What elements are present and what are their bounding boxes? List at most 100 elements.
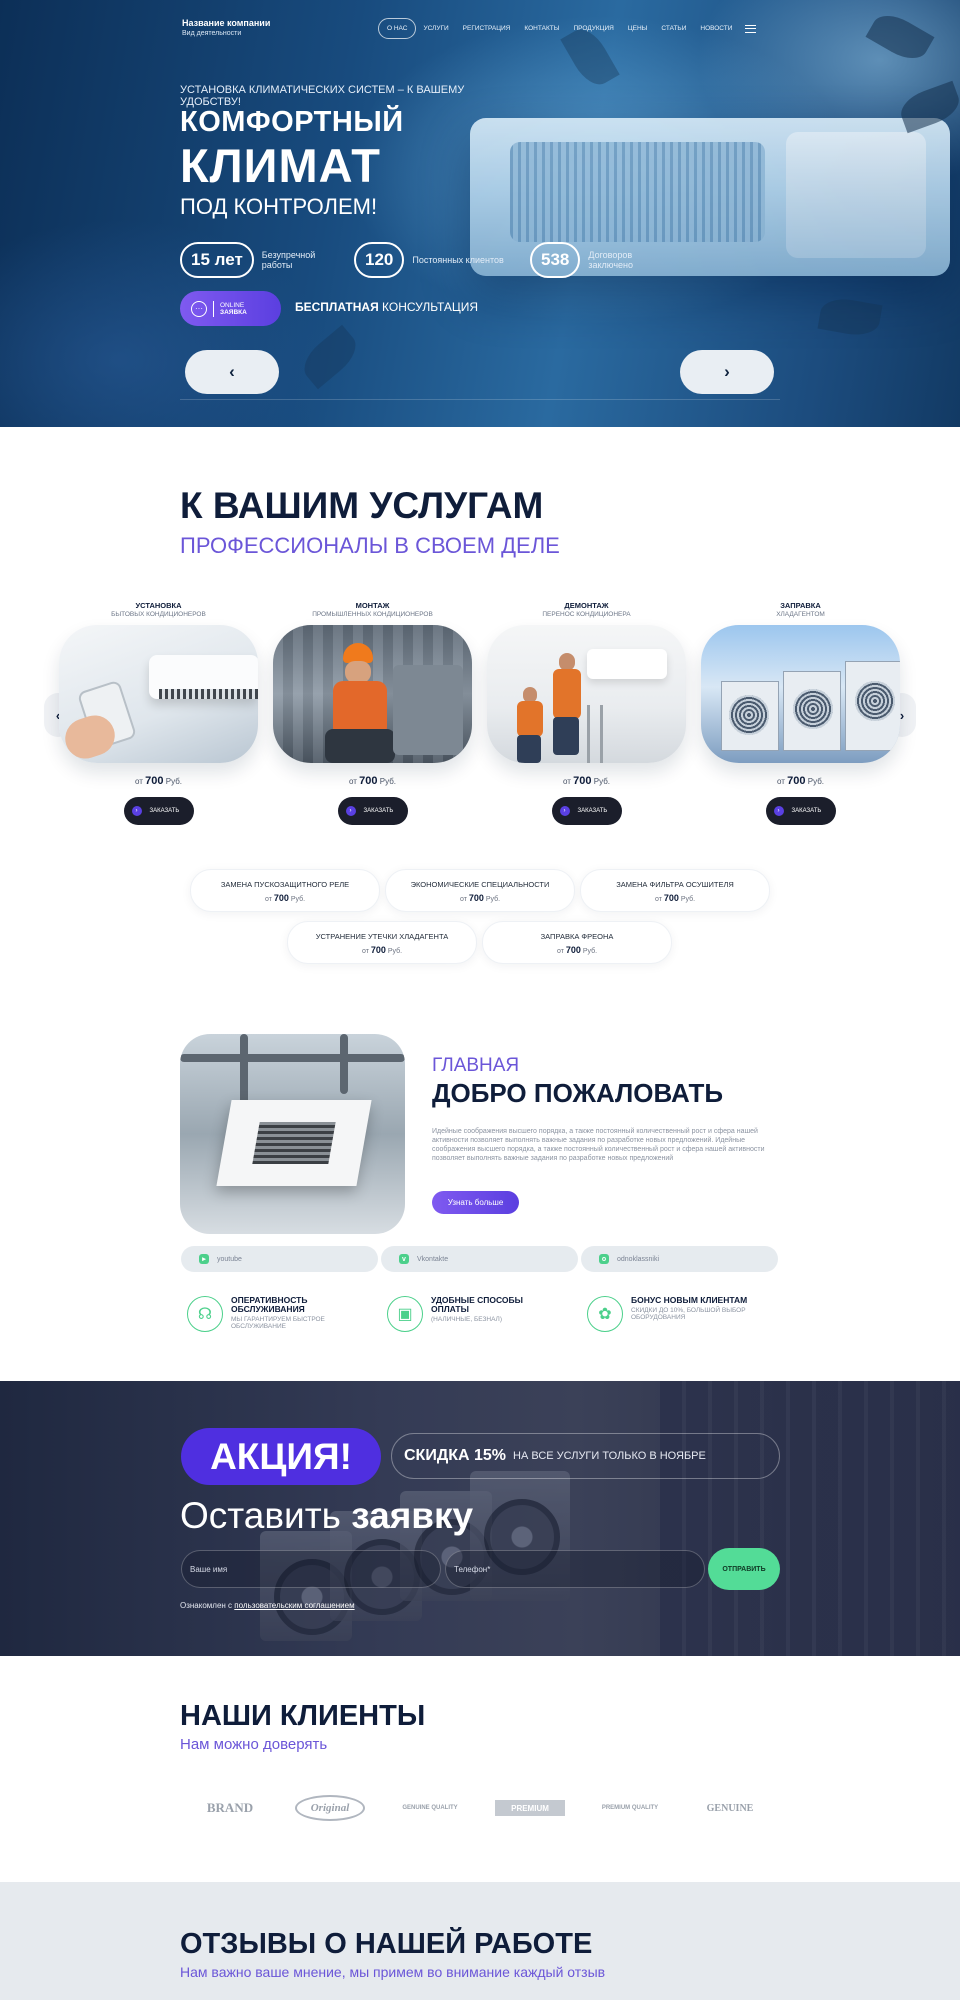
nav-contacts[interactable]: КОНТАКТЫ bbox=[517, 19, 566, 38]
reviews-title: ОТЗЫВЫ О НАШЕЙ РАБОТЕ bbox=[180, 1928, 593, 1960]
online-request-button[interactable]: ··· ONLINE ЗАЯВКА bbox=[180, 291, 281, 326]
chevron-left-icon: ‹ bbox=[229, 362, 235, 381]
nav-articles[interactable]: СТАТЬИ bbox=[654, 19, 693, 38]
stat-label: Постоянных клиентов bbox=[412, 255, 504, 265]
services-subtitle: ПРОФЕССИОНАЛЫ В СВОЕМ ДЕЛЕ bbox=[180, 533, 560, 558]
name-input[interactable]: Ваше имя bbox=[181, 1550, 441, 1588]
social-youtube[interactable]: ▸ youtube bbox=[181, 1246, 378, 1272]
nav-services[interactable]: УСЛУГИ bbox=[416, 19, 455, 38]
client-logo: PREMIUM QUALITY bbox=[601, 1805, 659, 1811]
agreement-text: Ознакомлен с пользовательским соглашение… bbox=[180, 1601, 355, 1610]
stat-value: 120 bbox=[354, 242, 405, 278]
extra-service-price: от 700 Руб. bbox=[361, 945, 403, 955]
online-label: ONLINE bbox=[220, 301, 245, 309]
clients-title: НАШИ КЛИЕНТЫ bbox=[180, 1700, 426, 1732]
extra-service-item[interactable]: ЗАМЕНА ФИЛЬТРА ОСУШИТЕЛЯ от 700 Руб. bbox=[580, 869, 770, 912]
services-title: К ВАШИМ УСЛУГАМ bbox=[180, 485, 544, 526]
hero-title-line3: ПОД КОНТРОЛЕМ! bbox=[180, 194, 378, 219]
hero-title-line1: КОМФОРТНЫЙ bbox=[180, 106, 404, 138]
nav-about[interactable]: О НАС bbox=[378, 18, 417, 39]
slider-next-button[interactable]: › bbox=[680, 350, 774, 394]
client-logo: BRAND bbox=[206, 1800, 254, 1815]
bonus-icon: ✿ bbox=[587, 1296, 623, 1332]
welcome-kicker: ГЛАВНАЯ bbox=[432, 1055, 520, 1076]
extra-service-item[interactable]: ЗАМЕНА ПУСКОЗАЩИТНОГО РЕЛЕ от 700 Руб. bbox=[190, 869, 380, 912]
feature-title: БОНУС НОВЫМ КЛИЕНТАМ bbox=[631, 1295, 748, 1305]
order-button[interactable]: › ЗАКАЗАТЬ bbox=[123, 797, 194, 825]
service-sub: ПРОМЫШЛЕННЫХ КОНДИЦИОНЕРОВ bbox=[312, 611, 433, 618]
extra-service-item[interactable]: ЭКОНОМИЧЕСКИЕ СПЕЦИАЛЬНОСТИ от 700 Руб. bbox=[385, 869, 575, 912]
hero-title-line2: КЛИМАТ bbox=[180, 139, 381, 192]
chevron-right-icon: › bbox=[899, 707, 905, 723]
learn-more-button[interactable]: Узнать больше bbox=[432, 1191, 519, 1214]
stat-clients: 120 Постоянных клиентов bbox=[354, 242, 522, 278]
extra-service-name: ЗАМЕНА ФИЛЬТРА ОСУШИТЕЛЯ bbox=[616, 880, 734, 889]
arrow-right-icon: › bbox=[559, 806, 570, 816]
menu-icon[interactable] bbox=[745, 24, 757, 33]
extra-service-name: ЗАМЕНА ПУСКОЗАЩИТНОГО РЕЛЕ bbox=[220, 880, 350, 889]
service-sub: ХЛАДАГЕНТОМ bbox=[776, 611, 825, 618]
youtube-icon: ▸ bbox=[199, 1254, 209, 1264]
service-price: от 700 Руб. bbox=[777, 775, 824, 787]
service-sub: БЫТОВЫХ КОНДИЦИОНЕРОВ bbox=[111, 611, 206, 618]
company-activity: Вид деятельности bbox=[182, 30, 242, 37]
stat-contracts: 538 Договоров заключено bbox=[530, 242, 658, 278]
social-vkontakte[interactable]: v Vkontakte bbox=[381, 1246, 578, 1272]
client-logo: Original bbox=[295, 1795, 365, 1821]
nav-products[interactable]: ПРОДУКЦИЯ bbox=[566, 19, 620, 38]
arrow-right-icon: › bbox=[773, 806, 784, 816]
discount-banner: СКИДКА 15% НА ВСЕ УСЛУГИ ТОЛЬКО В НОЯБРЕ bbox=[391, 1433, 780, 1479]
service-card: ЗАПРАВКА ХЛАДАГЕНТОМ от 700 Руб. › ЗАКАЗА… bbox=[701, 601, 900, 825]
phone-input[interactable]: Телефон* bbox=[445, 1550, 705, 1588]
service-price: от 700 Руб. bbox=[135, 775, 182, 787]
free-consultation: БЕСПЛАТНАЯ КОНСУЛЬТАЦИЯ bbox=[295, 300, 479, 314]
agreement-link[interactable]: пользовательским соглашением bbox=[234, 1601, 354, 1610]
extra-service-item[interactable]: ЗАПРАВКА ФРЕОНА от 700 Руб. bbox=[482, 921, 672, 964]
service-price: от 700 Руб. bbox=[349, 775, 396, 787]
arrow-right-icon: › bbox=[345, 806, 356, 816]
reviews-subtitle: Нам важно ваше мнение, мы примем во вним… bbox=[180, 1964, 606, 1980]
request-label: ЗАЯВКА bbox=[220, 308, 247, 316]
headset-icon: ☊ bbox=[187, 1296, 223, 1332]
feature-item: ☊ ОПЕРАТИВНОСТЬ ОБСЛУЖИВАНИЯ МЫ ГАРАНТИР… bbox=[187, 1296, 341, 1332]
service-image-outdoor-units bbox=[701, 625, 900, 763]
extra-service-price: от 700 Руб. bbox=[264, 893, 306, 903]
order-button[interactable]: › ЗАКАЗАТЬ bbox=[337, 797, 408, 825]
service-sub: ПЕРЕНОС КОНДИЦИОНЕРА bbox=[542, 611, 631, 618]
service-title: ДЕМОНТАЖ bbox=[564, 601, 609, 610]
service-image-remote bbox=[59, 625, 258, 763]
vk-icon: v bbox=[399, 1254, 409, 1264]
client-logo: PREMIUM bbox=[495, 1800, 565, 1816]
social-odnoklassniki[interactable]: o odnoklassniki bbox=[581, 1246, 778, 1272]
welcome-image bbox=[180, 1034, 405, 1234]
stat-years: 15 лет Безупречной работы bbox=[180, 242, 332, 278]
extra-service-item[interactable]: УСТРАНЕНИЕ УТЕЧКИ ХЛАДАГЕНТА от 700 Руб. bbox=[287, 921, 477, 964]
service-image-technician bbox=[273, 625, 472, 763]
extra-service-price: от 700 Руб. bbox=[556, 945, 598, 955]
service-image-installers bbox=[487, 625, 686, 763]
hero-section: Название компании Вид деятельности О НАС… bbox=[0, 0, 960, 427]
feature-title: ОПЕРАТИВНОСТЬ ОБСЛУЖИВАНИЯ bbox=[231, 1295, 308, 1314]
nav-registration[interactable]: РЕГИСТРАЦИЯ bbox=[456, 19, 518, 38]
feature-item: ▣ УДОБНЫЕ СПОСОБЫ ОПЛАТЫ (НАЛИЧНЫЕ, БЕЗН… bbox=[387, 1296, 541, 1332]
order-button[interactable]: › ЗАКАЗАТЬ bbox=[765, 797, 836, 825]
extra-service-price: от 700 Руб. bbox=[654, 893, 696, 903]
company-name: Название компании bbox=[182, 18, 271, 28]
feature-sub: МЫ ГАРАНТИРУЕМ БЫСТРОЕ ОБСЛУЖИВАНИЕ bbox=[231, 1316, 325, 1330]
nav-news[interactable]: НОВОСТИ bbox=[693, 19, 739, 38]
slider-prev-button[interactable]: ‹ bbox=[185, 350, 279, 394]
stat-value: 15 лет bbox=[180, 242, 254, 278]
extra-service-name: ЭКОНОМИЧЕСКИЕ СПЕЦИАЛЬНОСТИ bbox=[410, 880, 550, 889]
service-card: МОНТАЖ ПРОМЫШЛЕННЫХ КОНДИЦИОНЕРОВ от 700… bbox=[273, 601, 472, 825]
nav-prices[interactable]: ЦЕНЫ bbox=[621, 19, 655, 38]
feature-title: УДОБНЫЕ СПОСОБЫ ОПЛАТЫ bbox=[431, 1295, 523, 1314]
ok-icon: o bbox=[599, 1254, 609, 1264]
stat-label: Безупречной работы bbox=[261, 250, 316, 270]
client-logo: GENUINE bbox=[706, 1802, 754, 1814]
service-title: УСТАНОВКА bbox=[135, 601, 182, 610]
promo-section bbox=[0, 1381, 960, 1656]
service-title: МОНТАЖ bbox=[355, 601, 390, 610]
send-button[interactable]: ОТПРАВИТЬ bbox=[708, 1548, 780, 1590]
order-button[interactable]: › ЗАКАЗАТЬ bbox=[551, 797, 622, 825]
feature-item: ✿ БОНУС НОВЫМ КЛИЕНТАМ СКИДКИ ДО 10%, БО… bbox=[587, 1296, 781, 1332]
